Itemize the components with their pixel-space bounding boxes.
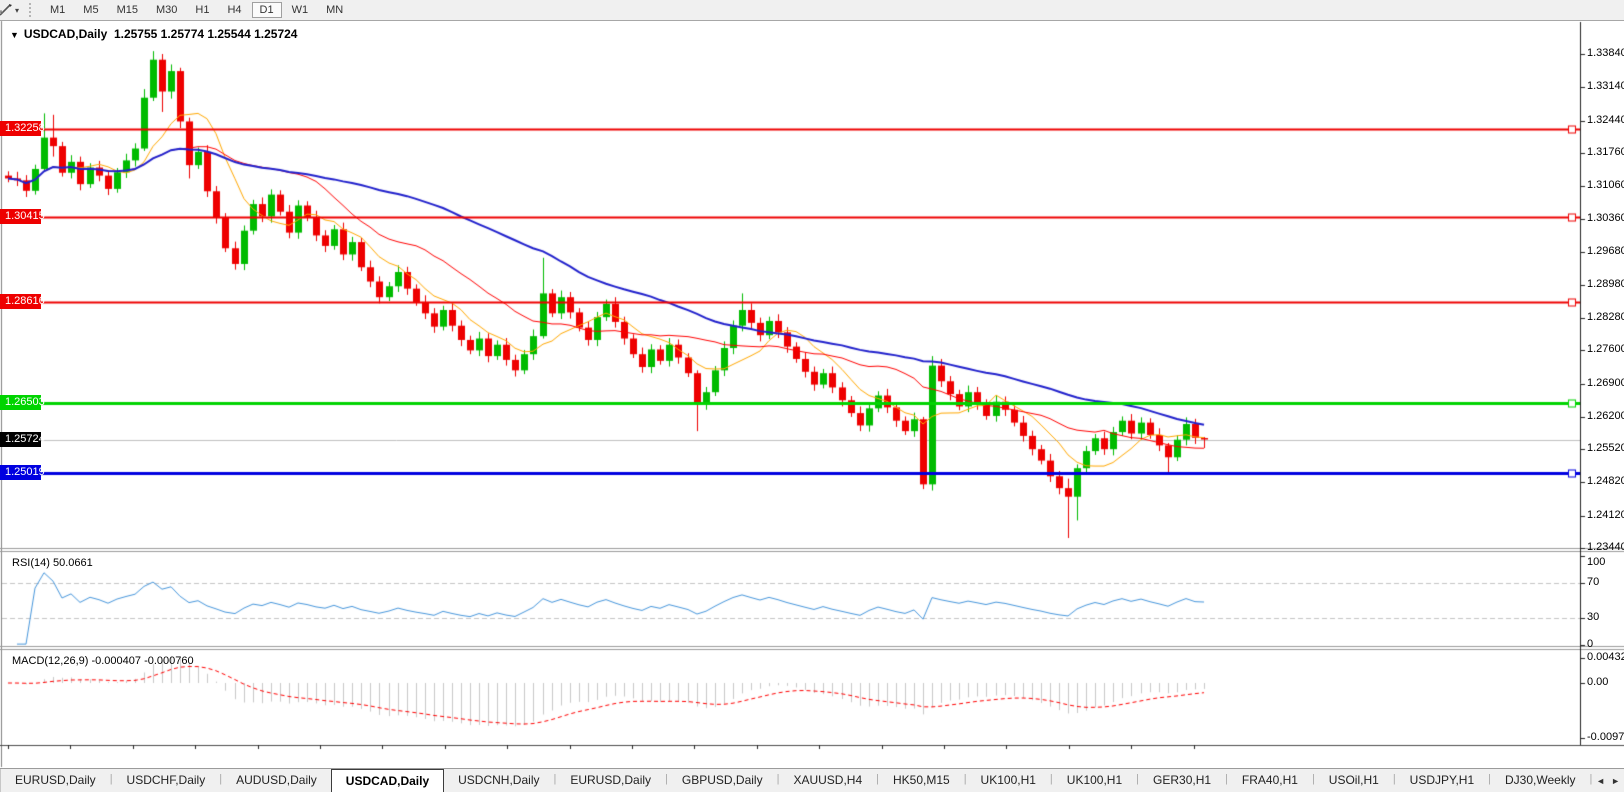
timeframe-toolbar: ▾ M1 M5 M15 M30 H1 H4 D1 W1 MN [0,0,1624,21]
price-axis-label: 1.28280 [1587,311,1624,323]
tab-usdjpy-h1[interactable]: USDJPY,H1 [1396,769,1488,792]
macd-splitter[interactable] [0,645,1624,650]
ohlc-values: 1.25755 1.25774 1.25544 1.25724 [113,27,298,41]
rsi-axis-label: 70 [1587,576,1600,588]
tab-ger30-h1[interactable]: GER30,H1 [1139,769,1225,792]
tab-eurusd-daily[interactable]: EURUSD,Daily [1,769,110,792]
price-axis-label: 1.32440 [1587,114,1624,126]
rsi-splitter[interactable] [0,547,1624,552]
price-axis-label: 1.29680 [1587,245,1624,257]
price-axis-label: 1.25520 [1587,442,1624,454]
macd-axis-label: -0.00977 [1587,731,1624,743]
macd-axis-label: 0.004328 [1587,651,1624,663]
tab-scroll-left-icon[interactable]: ◄ [1596,776,1605,786]
tool-dropdown-caret[interactable]: ▾ [15,6,19,15]
ohlc-expander-icon[interactable]: ▼ [10,30,19,40]
tab-uk100-h1[interactable]: UK100,H1 [1053,769,1136,792]
rsi-axis-label: 100 [1587,556,1606,568]
timeframe-button-m1[interactable]: M1 [42,2,73,18]
timeframe-button-d1[interactable]: D1 [251,2,282,18]
price-badge-resistance-3: 1.28616 [0,294,45,309]
price-axis-label: 1.33140 [1587,80,1624,92]
rsi-panel[interactable] [2,552,1580,645]
price-axis-label: 1.33840 [1587,47,1624,59]
price-axis-label: 1.26200 [1587,410,1624,422]
timeframe-button-m15[interactable]: M15 [109,2,146,18]
price-axis-label: 1.27600 [1587,343,1624,355]
mt4-window: ▾ M1 M5 M15 M30 H1 H4 D1 W1 MN ▼ USDCAD,Daily 1.2… [0,0,1624,792]
tab-dj30-weekly[interactable]: DJ30,Weekly [1491,769,1589,792]
timeframe-button-h1[interactable]: H1 [187,2,217,18]
tab-usdchf-daily[interactable]: USDCHF,Daily [113,769,220,792]
tab-scroll-arrows: ◄ ► [1593,769,1623,792]
macd-axis-label: 0.00 [1587,676,1609,688]
tab-usdcad-daily[interactable]: USDCAD,Daily [330,769,445,792]
price-axis-label: 1.24120 [1587,509,1624,521]
price-axis-label: 1.31760 [1587,146,1624,158]
price-axis-label: 1.30360 [1587,212,1624,224]
timeframe-buttons: M1 M5 M15 M30 H1 H4 D1 W1 MN [41,2,352,18]
timeframe-button-w1[interactable]: W1 [284,2,317,18]
tab-hk50-m15[interactable]: HK50,M15 [879,769,964,792]
rsi-axis-label: 30 [1587,611,1600,623]
chart-tabs: EURUSD,Daily | USDCHF,Daily | AUDUSD,Daily US… [1,769,1624,792]
tab-usdcnh-daily[interactable]: USDCNH,Daily [444,769,553,792]
timeframe-button-h4[interactable]: H4 [219,2,249,18]
tab-xauusd-h4[interactable]: XAUUSD,H4 [779,769,876,792]
price-badge-support-blue: 1.25019 [0,465,45,480]
rsi-label: RSI(14) 50.0661 [12,557,93,569]
price-axis-label: 1.28980 [1587,278,1624,290]
timeframe-button-m30[interactable]: M30 [148,2,185,18]
tab-gbpusd-daily[interactable]: GBPUSD,Daily [668,769,777,792]
main-chart-area[interactable] [2,22,1580,547]
time-axis[interactable] [0,745,1624,767]
tab-audusd-daily[interactable]: AUDUSD,Daily [222,769,331,792]
symbol-period-label: USDCAD,Daily [23,27,108,41]
tab-eurusd-daily[interactable]: EURUSD,Daily [556,769,665,792]
price-badge-resistance-2: 1.30415 [0,209,45,224]
chart-title-overlay: ▼ USDCAD,Daily 1.25755 1.25774 1.25544 1.… [10,27,297,41]
timeframe-button-mn[interactable]: MN [318,2,351,18]
price-badge-current-price: 1.25724 [0,432,45,447]
tab-fra40-h1[interactable]: FRA40,H1 [1228,769,1312,792]
price-axis-label: 1.31060 [1587,179,1624,191]
price-axis-label: 1.26900 [1587,377,1624,389]
tab-uk100-h1[interactable]: UK100,H1 [967,769,1050,792]
tab-usoil-h1[interactable]: USOil,H1 [1315,769,1393,792]
price-axis-label: 1.24820 [1587,475,1624,487]
price-badge-resistance-1: 1.32258 [0,121,45,136]
tab-scroll-right-icon[interactable]: ► [1611,776,1620,786]
crosshair-tool-icon[interactable] [0,2,13,18]
chart-tab-bar: EURUSD,Daily | USDCHF,Daily | AUDUSD,Daily US… [0,768,1624,792]
rsi-axis-label: 0 [1587,638,1594,650]
toolbar-grip [29,3,33,17]
macd-panel[interactable] [2,650,1580,744]
timeframe-button-m5[interactable]: M5 [75,2,106,18]
price-badge-support-green: 1.26503 [0,395,45,410]
price-axis-label: 1.23440 [1587,541,1624,553]
macd-label: MACD(12,26,9) -0.000407 -0.000760 [12,655,194,667]
